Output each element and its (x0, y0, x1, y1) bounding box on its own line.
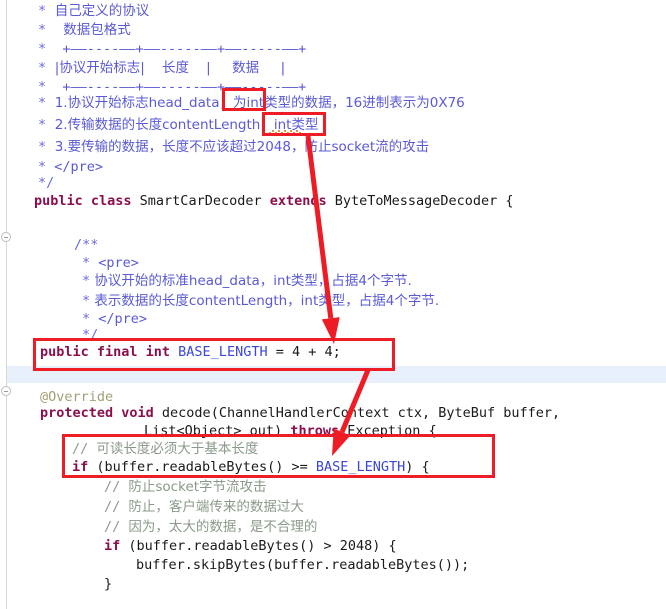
code-token: /** (74, 237, 99, 253)
code-token: 协议开始的标准head_data，int类型，占据4个字节. (90, 273, 412, 289)
code-token: (buffer.readableBytes() >= (96, 459, 316, 475)
code-token: 2.传输数据的长度contentLength，int类型 (46, 117, 319, 133)
code-token: extends (269, 193, 335, 209)
code-token: * (82, 293, 91, 309)
code-token: * (38, 3, 47, 19)
code-line[interactable]: public class SmartCarDecoder extends Byt… (34, 192, 514, 211)
code-line[interactable]: * 2.传输数据的长度contentLength，int类型 (38, 116, 318, 135)
code-token: * (38, 22, 47, 38)
code-token: // (72, 441, 97, 457)
code-token: SmartCarDecoder (139, 193, 270, 209)
code-token: ) { (405, 459, 430, 475)
code-token: <pre> (90, 255, 139, 271)
code-token: public class (34, 193, 140, 209)
code-line[interactable]: * |协议开始标志| 长度 | 数据 | (38, 59, 285, 78)
code-token: */ (38, 175, 55, 191)
code-token: if (72, 459, 97, 475)
code-token: decode(ChannelHandlerContext ctx, ByteBu… (161, 405, 561, 421)
code-token: Exception { (347, 423, 437, 439)
code-line[interactable]: * 表示数据的长度contentLength，int类型，占据4个字节. (82, 292, 439, 311)
code-token: 自己定义的协议 (46, 3, 150, 19)
code-token: // (104, 519, 129, 535)
code-token: 1.协议开始标志head_data，为int类型的数据，16进制表示为0X76 (46, 95, 465, 111)
code-line[interactable]: // 防止socket字节流攻击 (104, 478, 267, 497)
code-token: throws (290, 423, 348, 439)
code-line[interactable]: */ (38, 174, 54, 193)
code-line[interactable]: /** (74, 236, 98, 255)
gutter-rule (6, 0, 7, 609)
code-token: */ (82, 327, 99, 343)
code-line[interactable]: * 协议开始的标准head_data，int类型，占据4个字节. (82, 272, 412, 291)
code-token: } (104, 576, 113, 592)
code-token: * (38, 95, 47, 111)
code-token: * (38, 139, 47, 155)
code-token: |协议开始标志| 长度 | 数据 | (46, 60, 286, 76)
code-token: +——----——+——-----——+——-----——+ (46, 79, 307, 95)
code-token: BASE_LENGTH (178, 344, 276, 360)
code-line[interactable]: // 防止，客户端传来的数据过大 (104, 498, 304, 517)
code-token: buffer.skipBytes(buffer.readableBytes())… (136, 557, 470, 573)
current-line-highlight (7, 366, 666, 383)
code-line[interactable]: * 自己定义的协议 (38, 2, 149, 21)
code-token: // (104, 479, 129, 495)
code-token: 可读长度必须大于基本长度 (96, 441, 259, 457)
code-token: 因为，太大的数据，是不合理的 (128, 519, 318, 535)
code-token: 3.要传输的数据，长度不应该超过2048，防止socket流的攻击 (46, 139, 430, 155)
code-line[interactable]: * +——----——+——-----——+——-----——+ (38, 40, 306, 59)
code-fold-icon[interactable] (1, 232, 11, 242)
code-token: * (38, 159, 47, 175)
code-token: // (104, 499, 129, 515)
code-token: * (38, 79, 47, 95)
code-token: * (82, 311, 91, 327)
code-token: 防止，客户端传来的数据过大 (128, 499, 304, 515)
code-token: * (38, 60, 47, 76)
code-line[interactable]: * <pre> (82, 254, 139, 273)
code-token: if (104, 538, 129, 554)
code-fold-icon[interactable] (1, 386, 11, 396)
code-token: 表示数据的长度contentLength，int类型，占据4个字节. (90, 293, 440, 309)
code-line[interactable]: List<Object> out) throws Exception { (144, 422, 437, 441)
code-line[interactable]: buffer.skipBytes(buffer.readableBytes())… (136, 556, 469, 575)
code-line[interactable]: if (buffer.readableBytes() > 2048) { (104, 537, 397, 556)
code-line[interactable]: } (104, 575, 112, 594)
code-line[interactable]: * 1.协议开始标志head_data，为int类型的数据，16进制表示为0X7… (38, 94, 465, 113)
code-token: 数据包格式 (46, 22, 131, 38)
code-token: * (38, 117, 47, 133)
code-token: ByteToMessageDecoder { (334, 193, 514, 209)
code-token: BASE_LENGTH (315, 459, 406, 475)
code-token: 防止socket字节流攻击 (128, 479, 267, 495)
code-token: @Override (40, 389, 114, 405)
code-token: protected void (40, 405, 162, 421)
code-token: * (82, 255, 91, 271)
code-line[interactable]: protected void decode(ChannelHandlerCont… (40, 404, 560, 423)
code-line[interactable]: if (buffer.readableBytes() >= BASE_LENGT… (72, 458, 430, 477)
code-editor-viewport[interactable]: * 自己定义的协议 * 数据包格式 * +——----——+——-----——+——… (0, 0, 666, 609)
code-token: public final int (40, 344, 179, 360)
code-token: (buffer.readableBytes() > 2048) { (128, 538, 397, 554)
code-token: </pre> (46, 159, 104, 175)
code-token: = 4 + 4; (275, 344, 341, 360)
code-line[interactable]: * 数据包格式 (38, 21, 131, 40)
code-line[interactable]: // 可读长度必须大于基本长度 (72, 440, 258, 459)
code-line[interactable]: // 因为，太大的数据，是不合理的 (104, 518, 317, 537)
code-token: +——----——+——-----——+——-----——+ (46, 41, 307, 57)
code-token: * (38, 41, 47, 57)
code-token: </pre> (90, 311, 148, 327)
code-line[interactable]: * 3.要传输的数据，长度不应该超过2048，防止socket流的攻击 (38, 138, 429, 157)
code-token: List<Object> out) (144, 423, 291, 439)
code-token: * (82, 273, 91, 289)
code-line[interactable]: public final int BASE_LENGTH = 4 + 4; (40, 343, 341, 362)
